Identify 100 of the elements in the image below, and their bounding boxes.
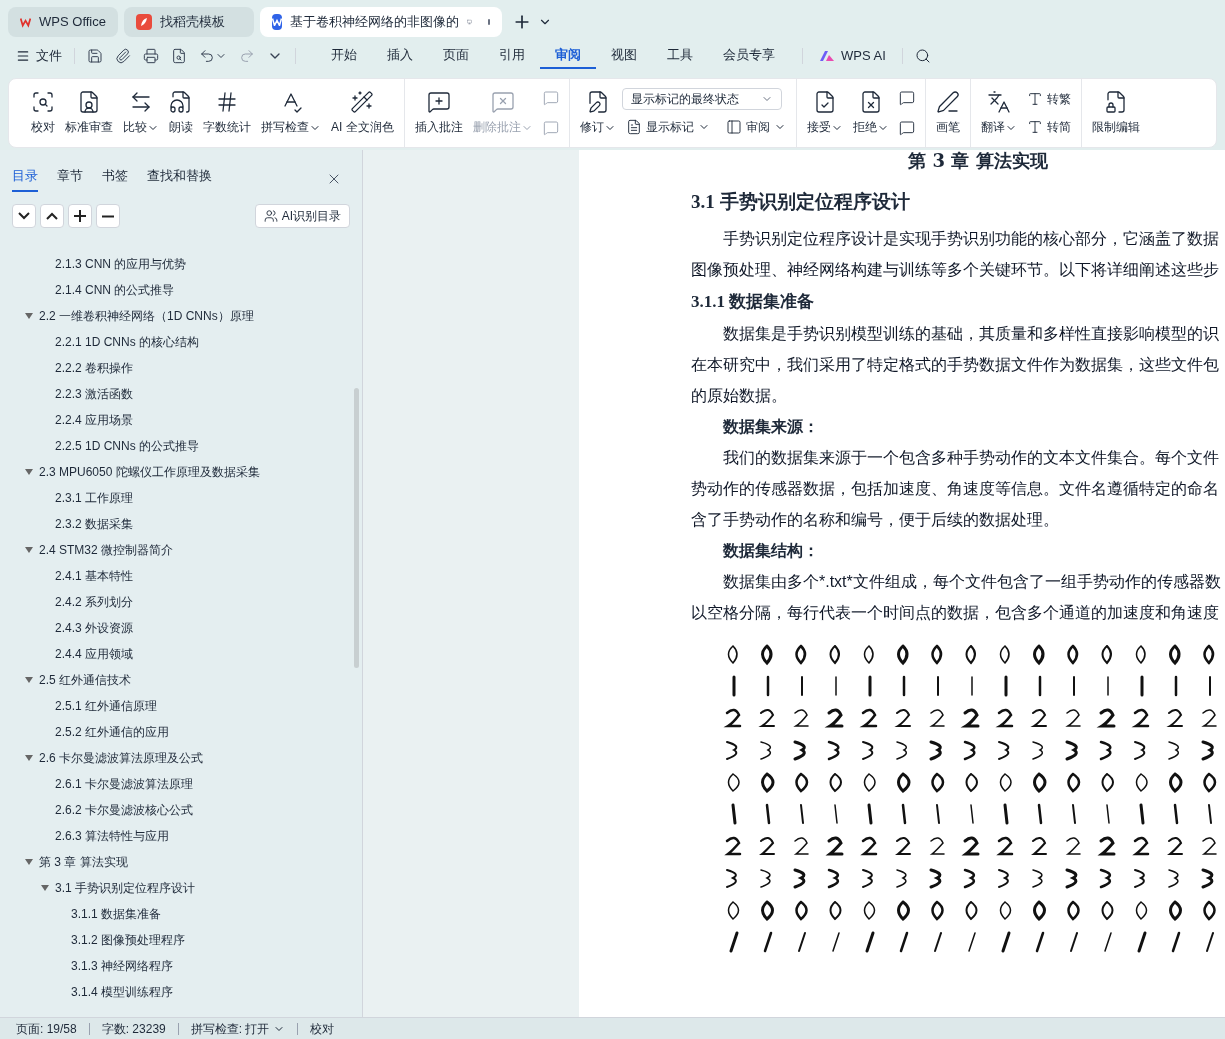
chevron-up-icon — [46, 210, 58, 222]
ribbon-button[interactable]: 拒绝 — [848, 86, 893, 140]
ribbon-tab[interactable]: 会员专享 — [708, 43, 790, 69]
print-preview-icon[interactable] — [171, 48, 187, 64]
ribbon-button[interactable]: 字数统计 — [199, 86, 255, 140]
toc-item[interactable]: 2.4.3 外设资源 — [0, 615, 362, 641]
toc-item[interactable]: 2.6 卡尔曼滤波算法原理及公式 — [0, 745, 362, 771]
ribbon-button[interactable]: 转繁 — [1022, 88, 1075, 110]
remove-button[interactable] — [96, 204, 120, 228]
expanded-triangle-icon[interactable] — [25, 676, 33, 684]
scrollbar[interactable] — [354, 388, 359, 668]
ribbon-button[interactable]: 显示标记 — [621, 116, 714, 138]
comment-icon — [898, 120, 915, 136]
add-button[interactable] — [68, 204, 92, 228]
ribbon-button[interactable]: 比较 — [119, 86, 163, 140]
toc-item[interactable]: 2.3 MPU6050 陀螺仪工作原理及数据采集 — [0, 459, 362, 485]
paperclip-icon[interactable] — [115, 48, 131, 64]
toc-item[interactable]: 2.2.4 应用场景 — [0, 407, 362, 433]
expand-button[interactable] — [40, 204, 64, 228]
ribbon-button[interactable]: 校对 — [27, 86, 59, 140]
paragraph-label: 数据集来源： — [722, 417, 820, 437]
toc-item[interactable]: 2.5 红外通信技术 — [0, 667, 362, 693]
magnifier-document-icon — [31, 90, 55, 114]
file-menu[interactable]: 文件 — [16, 46, 62, 66]
ai-button[interactable]: WPS AI — [815, 46, 890, 66]
expanded-triangle-icon[interactable] — [25, 312, 33, 320]
ribbon-tab[interactable]: 插入 — [372, 43, 428, 69]
expanded-triangle-icon[interactable] — [25, 468, 33, 476]
sidebar-tab[interactable]: 书签 — [102, 166, 128, 192]
proofread-button[interactable]: 校对 — [310, 1019, 335, 1038]
ribbon-tab[interactable]: 引用 — [484, 43, 540, 69]
ribbon-button[interactable]: 翻译 — [976, 86, 1021, 140]
ribbon-tab[interactable]: 审阅 — [540, 43, 596, 69]
ribbon-button[interactable]: 插入批注 — [410, 86, 467, 140]
toc-item[interactable]: 2.6.2 卡尔曼滤波核心公式 — [0, 797, 362, 823]
toc-item[interactable]: 2.5.1 红外通信原理 — [0, 693, 362, 719]
toc-item[interactable]: 2.5.2 红外通信的应用 — [0, 719, 362, 745]
expanded-triangle-icon[interactable] — [25, 546, 33, 554]
sidebar-tab[interactable]: 查找和替换 — [147, 166, 212, 192]
ribbon-tab[interactable]: 视图 — [596, 43, 652, 69]
ribbon-tab[interactable]: 工具 — [652, 43, 708, 69]
ribbon-button[interactable]: 朗读 — [165, 86, 197, 140]
ribbon-button[interactable]: 审阅 — [721, 116, 790, 138]
page-count: 页面: 19/58 — [16, 1020, 77, 1038]
subsection-heading: 3.1.1 数据集准备 — [691, 290, 816, 313]
toc-item[interactable]: 3.1 手势识别定位程序设计 — [0, 875, 362, 901]
toc-item[interactable]: 2.3.2 数据采集 — [0, 511, 362, 537]
ribbon-button[interactable]: AI 全文润色 — [327, 86, 398, 140]
ribbon-tab[interactable]: 页面 — [428, 43, 484, 69]
document-lock-icon — [1103, 90, 1128, 114]
markup-select[interactable]: 显示标记的最终状态 — [621, 88, 782, 110]
toc-item[interactable]: 2.2 一维卷积神经网络（1D CNNs）原理 — [0, 303, 362, 329]
document-sound-icon — [169, 90, 193, 114]
toc-item[interactable]: 2.6.3 算法特性与应用 — [0, 823, 362, 849]
toc-item[interactable]: 2.6.1 卡尔曼滤波算法原理 — [0, 771, 362, 797]
toc-item[interactable]: 2.2.1 1D CNNs 的核心结构 — [0, 329, 362, 355]
toc-item[interactable]: 3.1.2 图像预处理程序 — [0, 927, 362, 953]
sidebar-tab[interactable]: 目录 — [12, 166, 38, 192]
toc-item[interactable]: 2.4.4 应用领域 — [0, 641, 362, 667]
ribbon-button[interactable]: 画笔 — [931, 86, 964, 140]
toc-item[interactable]: 2.1.4 CNN 的公式推导 — [0, 277, 362, 303]
paragraph: 我们的数据集来源于一个包含多种手势动作的文本文件集合。每个文件 势动作的传感器数据，包括加速度、角速度等信息。文件名遵循特定的命名 含了手势动作的名称和编号，便于后续的数据处理。 — [691, 448, 1219, 530]
toc-item[interactable]: 2.4.2 系列划分 — [0, 589, 362, 615]
ribbon-button[interactable]: 转简 — [1022, 116, 1075, 138]
search-icon[interactable] — [914, 48, 931, 64]
undo-icon[interactable] — [199, 48, 215, 64]
expanded-triangle-icon[interactable] — [41, 884, 49, 892]
spell-check-status[interactable]: 拼写检查: 打开 — [190, 1019, 286, 1038]
toc-item[interactable]: 2.3.1 工作原理 — [0, 485, 362, 511]
window-tab[interactable]: WPS Office — [8, 7, 118, 37]
toc-item[interactable]: 2.1.3 CNN 的应用与优势 — [0, 251, 362, 277]
toc-item[interactable]: 2.2.2 卷积操作 — [0, 355, 362, 381]
ribbon-button[interactable]: 修订 — [575, 86, 620, 140]
toc-item[interactable]: 2.2.5 1D CNNs 的公式推导 — [0, 433, 362, 459]
ribbon-button[interactable]: 限制编辑 — [1087, 86, 1144, 140]
paragraph-label: 数据集结构： — [722, 541, 820, 561]
ribbon-button[interactable]: 标准审查 — [61, 86, 117, 140]
save-icon[interactable] — [87, 48, 103, 64]
toc-item[interactable]: 第 3 章 算法实现 — [0, 849, 362, 875]
ribbon-button[interactable]: 拼写检查 — [257, 86, 325, 140]
toc-item[interactable]: 3.1.3 神经网络程序 — [0, 953, 362, 979]
expanded-triangle-icon[interactable] — [25, 754, 33, 762]
ribbon-button[interactable]: 接受 — [802, 86, 847, 140]
collapse-button[interactable] — [12, 204, 36, 228]
toc-item[interactable]: 2.4 STM32 微控制器简介 — [0, 537, 362, 563]
ai-toc-button[interactable]: AI识别目录 — [254, 204, 350, 228]
expanded-triangle-icon[interactable] — [25, 858, 33, 866]
toc-item[interactable]: 2.4.1 基本特性 — [0, 563, 362, 589]
window-tab[interactable]: 基于卷积神经网络的非图像的 — [260, 7, 502, 37]
paragraph: 数据集是手势识别模型训练的基础，其质量和多样性直接影响模型的识 在本研究中，我们采用了特定格式的手势数据文件作为数据集，这些文件包 的原始数据。 — [691, 324, 1219, 406]
plus-icon — [74, 210, 86, 222]
sidebar-tab[interactable]: 章节 — [57, 166, 83, 192]
toc-item[interactable]: 3.1.1 数据集准备 — [0, 901, 362, 927]
toc-item[interactable]: 3.1.4 模型训练程序 — [0, 979, 362, 1005]
print-icon[interactable] — [143, 48, 159, 64]
chapter-heading: 第 3 章 算法实现 — [908, 150, 1048, 172]
toc-item[interactable]: 2.2.3 激活函数 — [0, 381, 362, 407]
window-tab[interactable]: 找稻壳模板 — [124, 7, 254, 37]
document-logo-icon — [272, 14, 282, 30]
ribbon-tab[interactable]: 开始 — [316, 43, 372, 69]
